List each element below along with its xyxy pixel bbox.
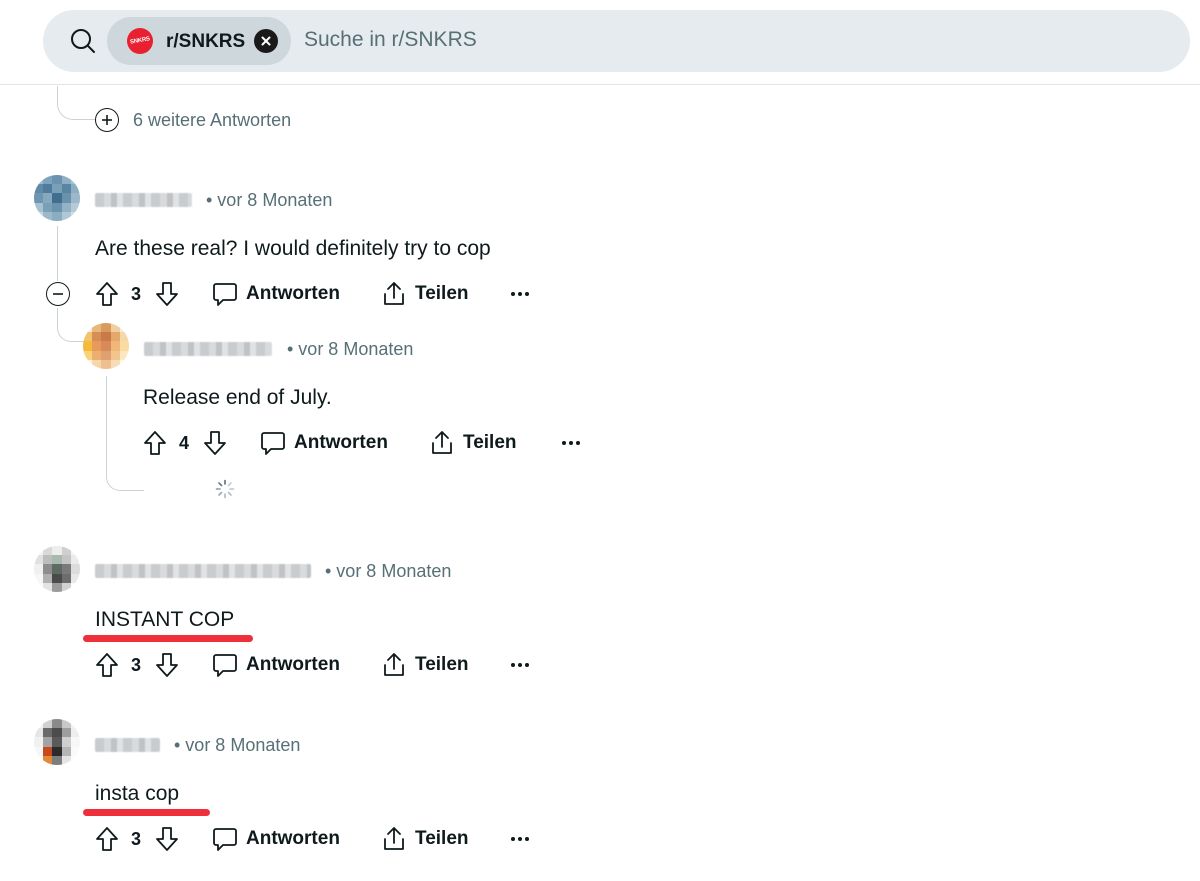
thread-line	[106, 376, 144, 491]
downvote-button[interactable]	[155, 824, 179, 854]
thread-line	[57, 86, 97, 120]
more-icon[interactable]	[510, 662, 530, 668]
upvote-button[interactable]	[143, 428, 167, 458]
search-icon[interactable]	[69, 27, 97, 55]
more-replies-label: 6 weitere Antworten	[133, 109, 292, 130]
reply-button[interactable]: Antworten	[212, 279, 340, 309]
more-options-button[interactable]	[510, 650, 530, 680]
comment-icon	[261, 432, 285, 455]
share-button[interactable]: Teilen	[381, 650, 469, 680]
upvote-icon[interactable]	[95, 652, 119, 678]
comment-actions: 4 Antworten Teilen	[143, 428, 603, 458]
more-options-button[interactable]	[561, 428, 581, 458]
community-filter-chip[interactable]: SNKRS r/SNKRS	[107, 17, 291, 65]
plus-circle-icon[interactable]	[95, 108, 119, 132]
comment-timestamp: • vor 8 Monaten	[287, 339, 414, 359]
upvote-icon[interactable]	[95, 826, 119, 852]
comment-body: Release end of July.	[143, 386, 332, 409]
username[interactable]	[95, 564, 311, 578]
downvote-icon[interactable]	[203, 430, 227, 456]
comment-actions: 3 Antworten Teilen	[95, 650, 555, 680]
vote-score: 4	[179, 432, 190, 453]
reply-button[interactable]: Antworten	[260, 428, 388, 458]
upvote-button[interactable]	[95, 650, 119, 680]
close-icon[interactable]	[254, 29, 278, 53]
username[interactable]	[95, 738, 160, 752]
username[interactable]	[144, 342, 272, 356]
downvote-icon[interactable]	[155, 652, 179, 678]
search-bar[interactable]: SNKRS r/SNKRS Suche in r/SNKRS	[43, 10, 1190, 72]
thread-line	[57, 226, 58, 281]
reply-label: Antworten	[246, 828, 340, 849]
share-icon	[384, 827, 404, 850]
downvote-button[interactable]	[203, 428, 227, 458]
more-options-button[interactable]	[510, 279, 530, 309]
avatar[interactable]	[34, 719, 80, 765]
comment-actions: 3 Antworten Teilen	[95, 279, 555, 309]
thread-line	[57, 308, 85, 342]
comment-timestamp: • vor 8 Monaten	[174, 735, 301, 755]
share-label: Teilen	[415, 283, 469, 304]
share-icon	[432, 431, 452, 454]
comment-body: Are these real? I would definitely try t…	[95, 237, 491, 260]
username[interactable]	[95, 193, 192, 207]
upvote-button[interactable]	[95, 824, 119, 854]
share-icon	[384, 282, 404, 305]
downvote-icon[interactable]	[155, 826, 179, 852]
comment-body: INSTANT COP	[95, 608, 235, 631]
vote-score: 3	[131, 283, 142, 304]
comment-timestamp: • vor 8 Monaten	[325, 561, 452, 581]
reply-label: Antworten	[294, 432, 388, 453]
more-icon[interactable]	[510, 836, 530, 842]
vote-score: 3	[131, 654, 142, 675]
community-logo: SNKRS	[127, 28, 153, 54]
comment-timestamp: • vor 8 Monaten	[206, 190, 333, 210]
comment-actions: 3 Antworten Teilen	[95, 824, 555, 854]
share-label: Teilen	[463, 432, 517, 453]
highlight-underline	[83, 635, 253, 642]
upvote-button[interactable]	[95, 279, 119, 309]
comment-body: insta cop	[95, 782, 180, 805]
reply-button[interactable]: Antworten	[212, 824, 340, 854]
more-replies-button[interactable]: 6 weitere Antworten	[95, 108, 291, 132]
share-button[interactable]: Teilen	[381, 824, 469, 854]
highlight-underline	[83, 809, 210, 816]
reply-label: Antworten	[246, 283, 340, 304]
share-button[interactable]: Teilen	[429, 428, 517, 458]
community-chip-label: r/SNKRS	[166, 31, 246, 52]
share-label: Teilen	[415, 828, 469, 849]
more-options-button[interactable]	[510, 824, 530, 854]
share-button[interactable]: Teilen	[381, 279, 469, 309]
share-icon	[384, 653, 404, 676]
comment-icon	[213, 283, 237, 306]
comment-icon	[213, 654, 237, 677]
top-header: SNKRS r/SNKRS Suche in r/SNKRS	[0, 0, 1200, 85]
search-input[interactable]: Suche in r/SNKRS	[304, 28, 477, 52]
minus-circle-icon[interactable]	[46, 282, 70, 306]
reply-label: Antworten	[246, 654, 340, 675]
avatar[interactable]	[34, 175, 80, 221]
more-icon[interactable]	[561, 440, 581, 446]
reply-button[interactable]: Antworten	[212, 650, 340, 680]
downvote-icon[interactable]	[155, 281, 179, 307]
share-label: Teilen	[415, 654, 469, 675]
upvote-icon[interactable]	[95, 281, 119, 307]
loading-spinner-icon	[215, 479, 235, 499]
more-icon[interactable]	[510, 291, 530, 297]
comment-icon	[213, 828, 237, 851]
vote-score: 3	[131, 828, 142, 849]
avatar[interactable]	[34, 546, 80, 592]
downvote-button[interactable]	[155, 650, 179, 680]
upvote-icon[interactable]	[143, 430, 167, 456]
avatar[interactable]	[83, 323, 129, 369]
downvote-button[interactable]	[155, 279, 179, 309]
